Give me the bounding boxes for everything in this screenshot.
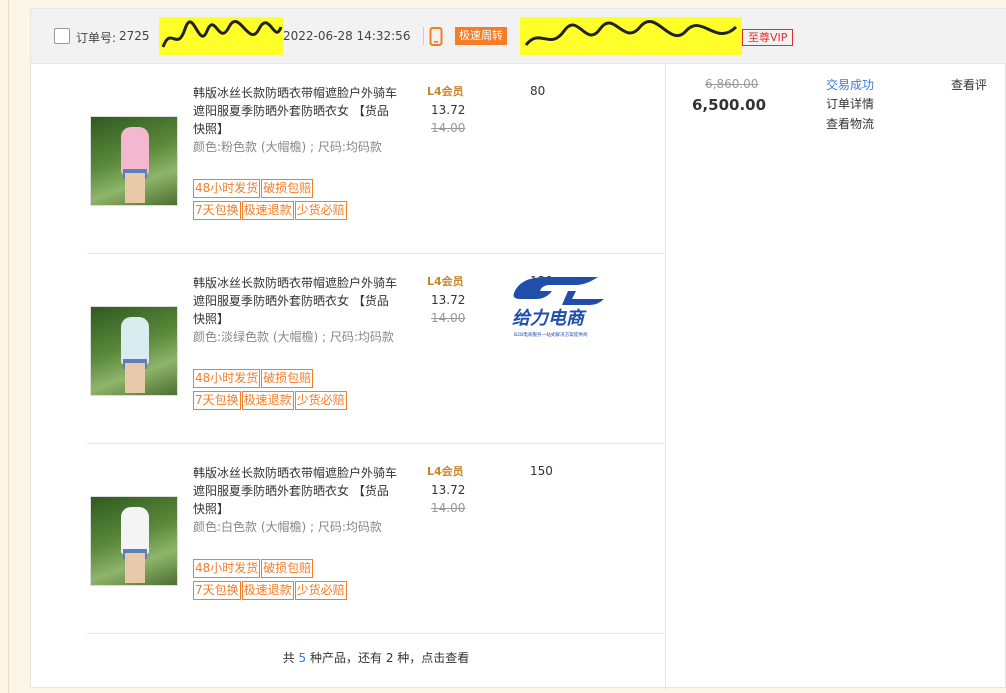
item-row: 韩版冰丝长款防晒衣带帽遮脸户外骑车遮阳服夏季防晒外套防晒衣女 【货品快照】 颜色… [87,64,665,254]
mobile-icon [429,27,443,46]
product-title[interactable]: 韩版冰丝长款防晒衣带帽遮脸户外骑车遮阳服夏季防晒外套防晒衣女 【货品快照】 [193,274,398,328]
service-tag: 7天包换 [193,581,241,600]
watermark-brand: 给力电商 [512,308,587,329]
original-price: 14.00 [431,121,466,135]
product-spec: 颜色:白色款 (大帽檐) ; 尺码:均码款 [193,520,382,534]
service-tag: 48小时发货 [193,559,261,578]
order-number-value: 2725 [119,29,150,43]
service-tag: 极速退款 [241,391,294,410]
item-row: 韩版冰丝长款防晒衣带帽遮脸户外骑车遮阳服夏季防晒外套防晒衣女 【货品快照】 颜色… [87,444,665,634]
unit-price: 13.72 [431,293,466,307]
order-total: 6,500.00 [692,96,767,114]
order-checkbox[interactable] [54,28,70,44]
order-time: 2022-06-28 14:32:56 [283,29,411,43]
service-tag: 极速退款 [241,201,294,220]
header-divider [423,27,424,45]
service-tag: 7天包换 [193,201,241,220]
service-tag: 破损包赔 [261,179,314,198]
service-tag: 48小时发货 [193,179,261,198]
service-tags: 48小时发货 破损包赔 7天包换 极速退款 少货必赔 [193,179,393,223]
service-tags: 48小时发货 破损包赔 7天包换 极速退款 少货必赔 [193,369,393,413]
unit-price: 13.72 [431,103,466,117]
view-review-link[interactable]: 查看评 [951,76,987,93]
service-tag: 少货必赔 [294,201,347,220]
original-total: 6,860.00 [705,77,759,91]
order-header: 订单号: 2725 2022-06-28 14:32:56 极速周转 至尊VIP [31,9,1006,64]
view-logistics-link[interactable]: 查看物流 [826,115,874,132]
product-title[interactable]: 韩版冰丝长款防晒衣带帽遮脸户外骑车遮阳服夏季防晒外套防晒衣女 【货品快照】 [193,464,398,518]
order-card: 订单号: 2725 2022-06-28 14:32:56 极速周转 至尊VIP [30,8,1006,689]
service-tag: 破损包赔 [261,369,314,388]
service-tags: 48小时发货 破损包赔 7天包换 极速退款 少货必赔 [193,559,393,603]
service-tag: 破损包赔 [261,559,314,578]
speed-turnover-badge: 极速周转 [455,27,507,45]
member-level-badge: L4会员 [427,85,464,98]
watermark-tagline: B2B电商服务一站式解决方案提供商 [514,331,588,338]
brand-watermark-logo: 给力电商 B2B电商服务一站式解决方案提供商 [512,277,604,338]
member-level-badge: L4会员 [427,275,464,288]
product-count: 5 [298,651,307,665]
redaction-scribble [159,17,283,55]
quantity: 80 [530,84,546,98]
product-thumbnail[interactable] [90,496,178,586]
product-spec: 颜色:淡绿色款 (大帽檐) ; 尺码:均码款 [193,330,394,344]
unit-price: 13.72 [431,483,466,497]
vip-badge: 至尊VIP [742,29,794,46]
order-number-label: 订单号: [76,31,117,45]
original-price: 14.00 [431,311,466,325]
more-products-footer[interactable]: 共 5 种产品，还有 2 种，点击查看 [87,649,665,666]
product-thumbnail[interactable] [90,116,178,206]
trade-status-link[interactable]: 交易成功 [826,76,874,93]
original-price: 14.00 [431,501,466,515]
service-tag: 48小时发货 [193,369,261,388]
member-level-badge: L4会员 [427,465,464,478]
product-title[interactable]: 韩版冰丝长款防晒衣带帽遮脸户外骑车遮阳服夏季防晒外套防晒衣女 【货品快照】 [193,84,398,138]
service-tag: 少货必赔 [294,581,347,600]
product-spec: 颜色:粉色款 (大帽檐) ; 尺码:均码款 [193,140,382,154]
service-tag: 7天包换 [193,391,241,410]
redaction-scribble [520,17,742,55]
quantity: 150 [530,464,553,478]
order-detail-link[interactable]: 订单详情 [826,95,874,112]
column-divider [665,64,666,689]
service-tag: 少货必赔 [294,391,347,410]
service-tag: 极速退款 [241,581,294,600]
product-thumbnail[interactable] [90,306,178,396]
